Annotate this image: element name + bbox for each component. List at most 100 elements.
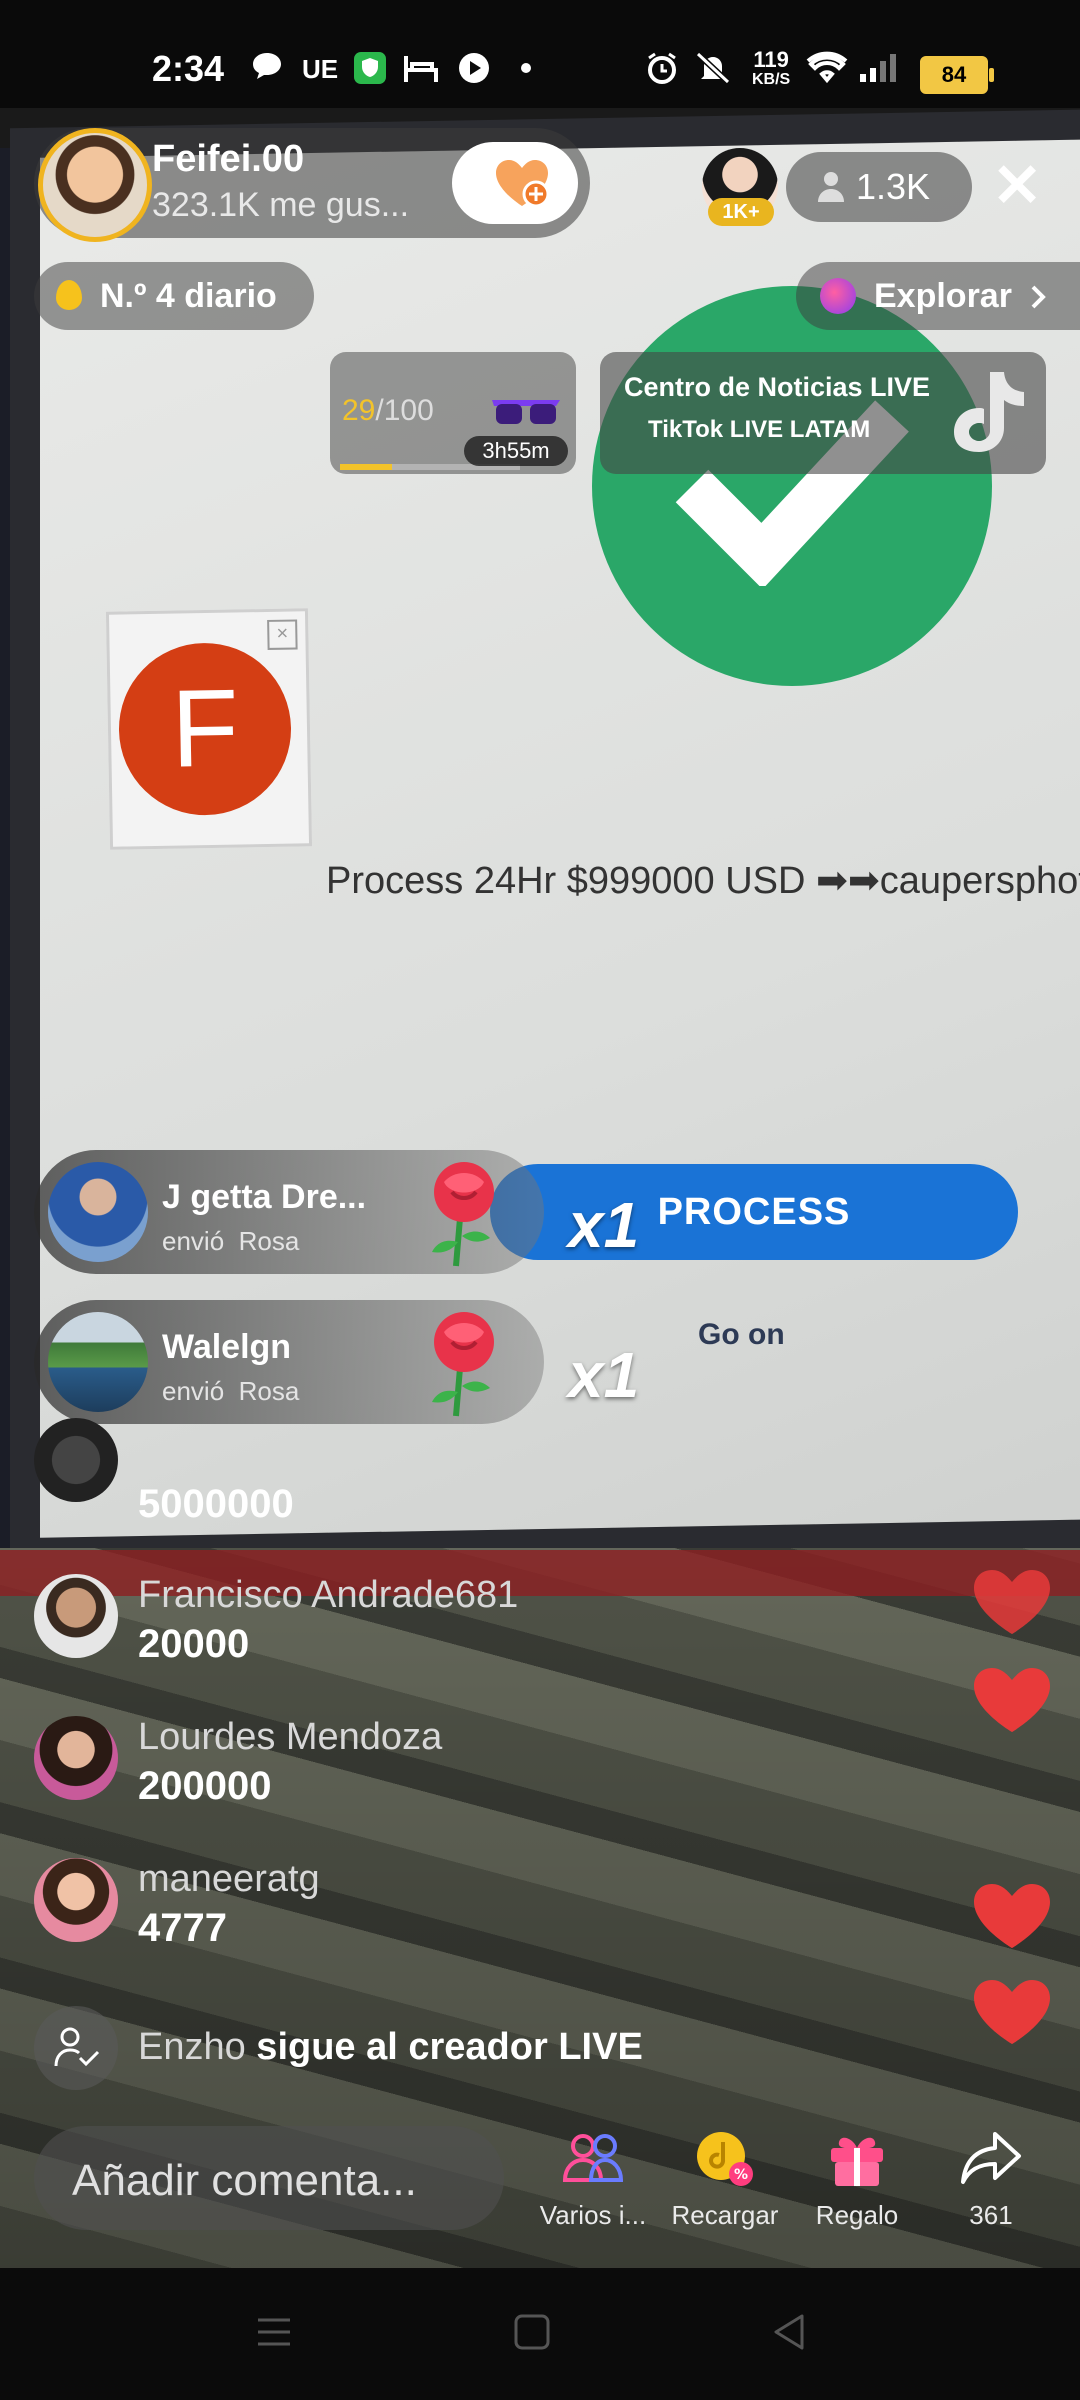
- comment-placeholder: Añadir comenta...: [72, 2156, 417, 2205]
- gift-description: envió Rosa: [162, 1226, 299, 1257]
- gift-count: x1: [568, 1189, 640, 1261]
- home-icon[interactable]: [512, 2312, 552, 2352]
- menu-icon[interactable]: [254, 2312, 294, 2352]
- news-title: Centro de Noticias LIVE: [624, 372, 931, 402]
- close-icon: ×: [267, 619, 298, 650]
- user-check-icon: [54, 2027, 100, 2067]
- comment-item[interactable]: maneeratg 4777: [34, 1854, 934, 1954]
- process-text: Process 24Hr $999000 USD ➡➡caupersphot: [326, 860, 1080, 902]
- rose-gift-icon: [432, 1312, 494, 1417]
- comment-item[interactable]: Lourdes Mendoza 200000: [34, 1712, 934, 1812]
- gift-icon: [831, 2137, 883, 2186]
- goal-timer: 3h55m: [464, 436, 568, 466]
- news-center-card[interactable]: Centro de Noticias LIVE TikTok LIVE LATA…: [600, 352, 1046, 474]
- share-count: 361: [969, 2200, 1013, 2230]
- comment-input[interactable]: Añadir comenta...: [34, 2126, 504, 2230]
- back-icon[interactable]: [770, 2312, 810, 2352]
- host-info[interactable]: Feifei.00 323.1K me gus...: [34, 128, 590, 242]
- follow-event-text: Enzho sigue al creador LIVE: [138, 2026, 643, 2069]
- heart-plus-icon: [496, 160, 550, 208]
- chevron-right-icon: [1031, 285, 1046, 309]
- host-likes: 323.1K me gus...: [152, 186, 410, 224]
- gift-name: Rosa: [238, 1226, 300, 1256]
- gift-banner[interactable]: J getta Dre... envió Rosa: [34, 1150, 544, 1274]
- rose-gift-icon: [432, 1162, 494, 1267]
- host-name: Feifei.00: [152, 138, 305, 180]
- comment-text: 20000: [138, 1622, 250, 1666]
- sunglasses-icon: [492, 400, 560, 424]
- share-button[interactable]: 361: [926, 2126, 1056, 2236]
- speed-unit: KB/S: [752, 71, 791, 88]
- gift-sender-name: Walelgn: [162, 1328, 292, 1366]
- network-speed: 119 KB/S: [752, 47, 791, 90]
- wifi-icon: [806, 51, 848, 84]
- daily-rank-badge[interactable]: N.º 4 diario: [34, 262, 314, 330]
- tiktok-logo-icon: [954, 372, 1024, 452]
- close-icon[interactable]: ✕: [992, 156, 1042, 216]
- speed-value: 119: [753, 47, 789, 72]
- person-icon: [818, 172, 844, 202]
- signal-icon: [860, 54, 896, 82]
- commenter-name: maneeratg: [138, 1858, 320, 1900]
- viewer-count-number: 1.3K: [856, 166, 931, 207]
- floating-heart-icon: [974, 1884, 1050, 1948]
- shield-icon: [354, 52, 386, 84]
- coin-recharge-icon: %: [697, 2132, 753, 2186]
- share-icon: [961, 2132, 1021, 2184]
- recharge-button[interactable]: % Recargar: [660, 2126, 790, 2236]
- gift-count: x1: [568, 1339, 640, 1411]
- follow-event-badge: [34, 2006, 118, 2090]
- multi-guest-icon: [562, 2134, 624, 2182]
- follow-event: Enzho sigue al creador LIVE: [34, 2006, 934, 2090]
- news-subtitle: TikTok LIVE LATAM: [648, 416, 871, 443]
- comment-item[interactable]: 5000000: [34, 1418, 934, 1536]
- tiktok-live-screen: 2:34 UE 119 KB/S 84 × F Process 24Hr $999…: [0, 0, 1080, 2400]
- carrier-label: UE: [302, 54, 339, 84]
- gift-sender-avatar: [48, 1162, 148, 1262]
- f-logo-card: × F: [105, 608, 313, 850]
- floating-heart-icon: [974, 1668, 1050, 1732]
- multi-guest-label: Varios i...: [539, 2200, 647, 2230]
- gift-action: envió: [162, 1226, 225, 1256]
- goal-progress: 29/100: [342, 394, 434, 428]
- viewer-count[interactable]: 1.3K: [786, 152, 972, 222]
- commenter-avatar: [34, 1574, 118, 1658]
- svg-text:%: %: [734, 2167, 748, 2183]
- goal-progress-fill: [340, 464, 393, 470]
- drop-icon: [56, 280, 82, 310]
- comment-text: 4777: [138, 1906, 227, 1950]
- rank-label: N.º 4 diario: [100, 277, 277, 315]
- follower-name: Enzho: [138, 2026, 246, 2068]
- gift-banner[interactable]: Walelgn envió Rosa: [34, 1300, 544, 1424]
- goal-current: 29: [342, 394, 376, 427]
- gift-description: envió Rosa: [162, 1376, 299, 1407]
- gift-sender-name: J getta Dre...: [162, 1178, 367, 1216]
- commenter-avatar: [34, 1716, 118, 1800]
- gift-label: Regalo: [815, 2200, 899, 2230]
- host-avatar[interactable]: [38, 128, 152, 242]
- comment-item[interactable]: Francisco Andrade681 20000: [34, 1570, 934, 1670]
- recharge-label: Recargar: [671, 2200, 779, 2230]
- commenter-avatar: [34, 1418, 118, 1502]
- f-logo: F: [117, 641, 293, 817]
- comment-text: 200000: [138, 1764, 272, 1808]
- status-bar: 2:34 UE 119 KB/S 84: [0, 0, 1080, 108]
- commenter-avatar: [34, 1858, 118, 1942]
- follow-button[interactable]: [452, 142, 578, 224]
- commenter-name: Francisco Andrade681: [138, 1574, 519, 1616]
- gift-button[interactable]: Regalo: [792, 2126, 922, 2236]
- system-nav-bar: [0, 2268, 1080, 2400]
- gift-goal[interactable]: 29/100 3h55m: [330, 352, 576, 474]
- follow-event-message: sigue al creador LIVE: [245, 2026, 643, 2068]
- status-time: 2:34: [152, 48, 225, 89]
- gift-sender-avatar: [48, 1312, 148, 1412]
- chat-bubble-icon: [253, 53, 281, 79]
- multi-guest-button[interactable]: Varios i...: [528, 2126, 658, 2236]
- battery-icon: 84: [920, 56, 994, 94]
- alarm-icon: [648, 52, 676, 84]
- floating-heart-icon: [974, 1980, 1050, 2044]
- dot-icon: [521, 63, 531, 73]
- mute-icon: [695, 51, 731, 85]
- explore-button[interactable]: Explorar: [796, 262, 1080, 330]
- bed-icon: [404, 56, 438, 82]
